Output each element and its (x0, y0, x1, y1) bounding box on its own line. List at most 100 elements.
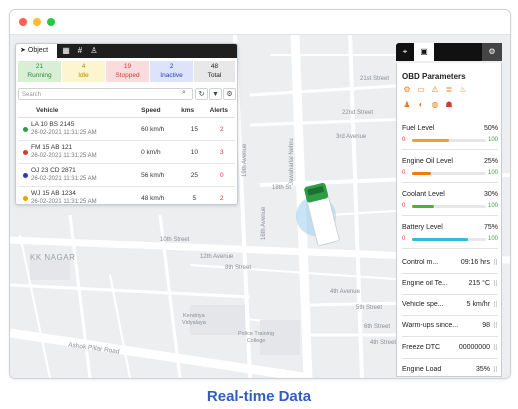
column-speed[interactable]: Speed (140, 104, 181, 118)
filter-button[interactable]: ▼ (209, 88, 222, 100)
vehicle-alerts[interactable]: 2 (208, 117, 235, 141)
vehicle-time: 26-02-2021 11:31:25 AM (31, 198, 97, 205)
vehicle-kms: 5 (180, 186, 209, 204)
stat-stopped[interactable]: 19 Stopped (106, 61, 149, 82)
gauge-max: 100 (487, 137, 498, 143)
refresh-button[interactable]: ↻ (195, 88, 208, 100)
vehicle-time: 26-02-2021 11:31:25 AM (31, 152, 97, 159)
vehicle-marker[interactable] (292, 178, 352, 258)
table-row[interactable]: OJ 23 CD 2871 26-02-2021 11:31:25 AM 56 k… (18, 163, 235, 187)
building-icon[interactable]: ▦ (61, 46, 71, 56)
param-label: Control m... (402, 259, 439, 266)
tab-object[interactable]: ➤ Object (16, 44, 57, 58)
map-street-label: 12th Avenue (200, 254, 234, 260)
vehicle-speed: 48 km/h (140, 186, 181, 204)
title-bar (10, 10, 510, 35)
user-icon[interactable]: ♙ (89, 46, 99, 56)
map-street-label: 5th Street (356, 305, 383, 311)
status-summary: 21 Running 4 Idle 19 Stopped 2 Inactive … (18, 61, 235, 82)
column-kms[interactable]: kms (180, 104, 209, 118)
map-street-label: 10th Street (160, 237, 190, 243)
gauge-min: 0 (402, 203, 406, 209)
status-dot (23, 195, 28, 201)
stat-count: 19 (123, 63, 132, 70)
vehicle-alerts[interactable]: 2 (208, 186, 235, 204)
stat-label: Running (27, 72, 52, 79)
gauge-fill (412, 139, 449, 142)
minimize-window-button[interactable] (33, 18, 41, 26)
stat-label: Stopped (115, 72, 140, 79)
param-value: 35% (475, 366, 490, 373)
maximize-window-button[interactable] (47, 18, 55, 26)
column-alerts[interactable]: Alerts (208, 104, 235, 118)
param-label: Engine Load (402, 366, 442, 373)
vehicle-speed: 60 km/h (140, 117, 181, 141)
map-landmark-label: Kendriya Vidyalaya (182, 313, 206, 326)
gauge-percent: 25% (483, 158, 498, 165)
object-panel-tabs: ➤ Object ▦ # ♙ (16, 44, 237, 58)
table-row[interactable]: FM 15 AB 121 26-02-2021 11:31:25 AM 0 km/… (18, 140, 235, 164)
vehicle-time: 26-02-2021 11:31:25 AM (31, 129, 97, 136)
tab-object-label: Object (27, 47, 49, 54)
search-icon: ⌕ (182, 89, 186, 96)
stat-total[interactable]: 48 Total (194, 61, 235, 82)
param-row[interactable]: Engine oil Te... 215 °C ⠿ (402, 280, 498, 294)
stat-label: Total (207, 72, 222, 79)
map-street-label: 16th Avenue (261, 206, 267, 240)
grid-icon[interactable]: # (75, 46, 85, 56)
gauge-label: Engine Oil Level (402, 158, 453, 165)
caption: Real-time Data (206, 388, 312, 405)
stat-idle[interactable]: 4 Idle (62, 61, 105, 82)
vehicle-speed: 56 km/h (140, 163, 181, 187)
detail-panel-toolbar: ⌖ ▣ ⚙ (396, 43, 502, 61)
gauge-track (412, 238, 486, 241)
param-label: Warm-ups since... (402, 322, 459, 329)
drag-handle-icon[interactable]: ⠿ (493, 344, 498, 352)
drag-handle-icon[interactable]: ⠿ (493, 301, 498, 309)
param-row[interactable]: Engine Load 35% ⠿ (402, 366, 498, 376)
map-street-label: 18th St (272, 185, 292, 191)
vehicle-speed: 0 km/h (140, 140, 181, 164)
stat-running[interactable]: 21 Running (18, 61, 61, 82)
gauge-fill (412, 172, 431, 175)
drag-handle-icon[interactable]: ⠿ (493, 322, 498, 330)
table-row[interactable]: WJ 15 AB 1234 26-02-2021 11:31:25 AM 48 k… (18, 186, 235, 205)
column-vehicle[interactable]: Vehicle (18, 104, 141, 118)
gauge-percent: 50% (483, 125, 498, 132)
param-value: 5 km/hr (466, 301, 490, 308)
drag-handle-icon[interactable]: ⠿ (493, 366, 498, 374)
gauge-min: 0 (402, 170, 406, 176)
gear-icon[interactable]: ⚙ (482, 43, 502, 61)
map-street-label: 19th Avenue (242, 143, 248, 177)
param-row[interactable]: Control m... 09:16 hrs ⠿ (402, 259, 498, 273)
status-dot (23, 172, 28, 178)
vehicle-icon[interactable]: ▣ (414, 43, 434, 61)
drag-handle-icon[interactable]: ⠿ (493, 280, 498, 288)
param-row[interactable]: Warm-ups since... 98 ⠿ (402, 322, 498, 336)
vehicle-alerts[interactable]: 3 (208, 140, 235, 164)
search-input[interactable]: Search (18, 88, 193, 100)
vehicle-time: 26-02-2021 11:31:25 AM (31, 175, 97, 182)
param-row[interactable]: Freeze DTC 00000000 ⠿ (402, 344, 498, 358)
vehicle-kms: 15 (180, 117, 209, 141)
warning-triangle-icon: ⚠ (431, 85, 439, 94)
param-label: Engine oil Te... (402, 280, 448, 287)
stat-count: 21 (35, 63, 44, 70)
vehicle-alerts[interactable]: 0 (208, 163, 235, 187)
param-label: Vehicle spe... (402, 301, 444, 308)
status-dot (23, 126, 28, 132)
map-street-label: 4th Avenue (330, 289, 360, 295)
param-value: 215 °C (468, 280, 490, 287)
param-label: Freeze DTC (402, 344, 441, 351)
oil-level-icon: ☗ (445, 100, 453, 109)
drag-handle-icon[interactable]: ⠿ (493, 259, 498, 267)
map-pin-icon[interactable]: ⌖ (396, 43, 414, 61)
headlight-icon: ≣ (445, 85, 453, 94)
param-row[interactable]: Vehicle spe... 5 km/hr ⠿ (402, 301, 498, 315)
table-row[interactable]: LA 10 BS 2145 26-02-2021 11:31:25 AM 60 k… (18, 117, 235, 141)
navigation-icon: ➤ (20, 47, 26, 54)
close-window-button[interactable] (19, 18, 27, 26)
stat-inactive[interactable]: 2 Inactive (150, 61, 193, 82)
stat-count: 2 (169, 63, 174, 70)
settings-button[interactable]: ⚙ (223, 88, 236, 100)
